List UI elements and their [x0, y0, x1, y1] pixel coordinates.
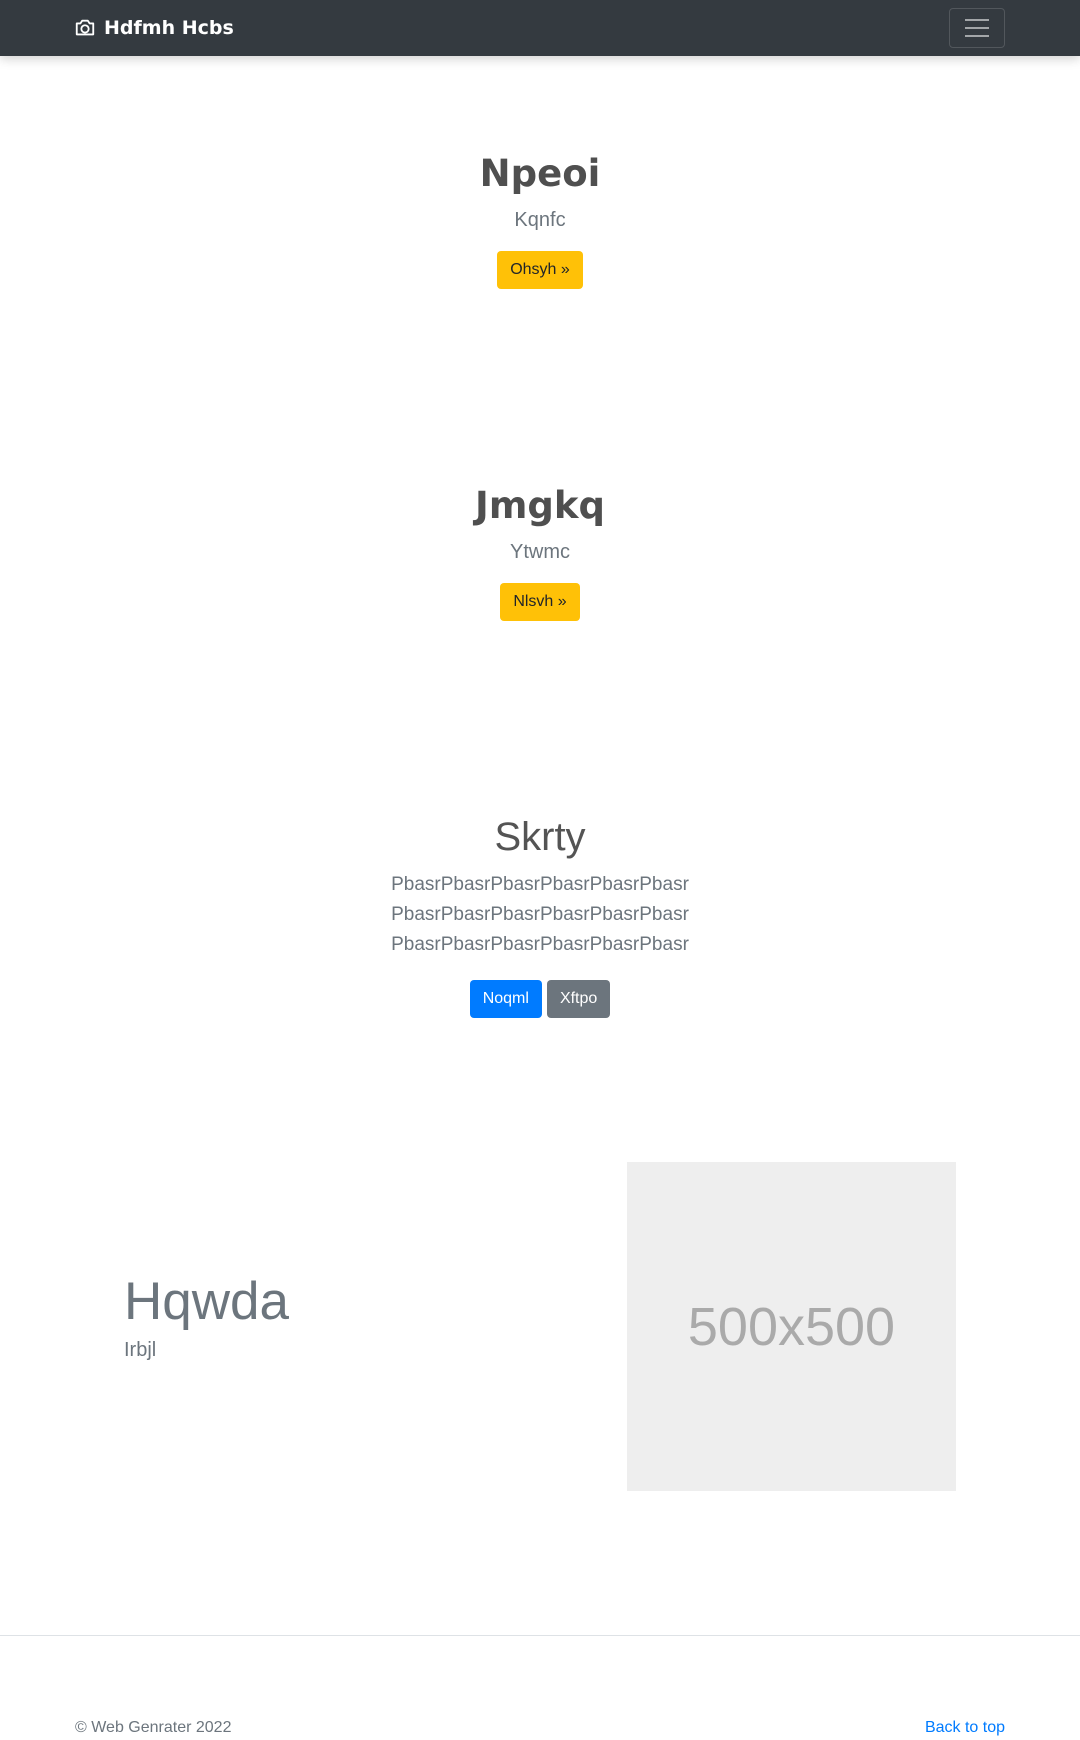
camera-icon [74, 17, 96, 39]
footer-copyright: © Web Genrater 2022 [75, 1719, 232, 1736]
hero-1-lead: Kqnfc [514, 209, 566, 231]
hero-1-title: Npeoi [479, 152, 601, 195]
hero-section-1: Npeoi Kqnfc Ohsyh » [0, 150, 1080, 289]
hamburger-menu-icon [965, 19, 989, 37]
jumbotron-title: Skrty [494, 815, 586, 859]
navbar: Hdfmh Hcbs [0, 0, 1080, 56]
placeholder-image-label: 500x500 [687, 1296, 896, 1357]
hero-2-button[interactable]: Nlsvh » [500, 583, 580, 621]
hero-section-2: Jmgkq Ytwmc Nlsvh » [0, 482, 1080, 621]
feature-title: Hqwda [124, 1272, 289, 1331]
primary-button[interactable]: Noqml [469, 980, 542, 1018]
jumbotron-section: Skrty PbasrPbasrPbasrPbasrPbasrPbasr Pba… [0, 812, 1080, 1018]
hero-2-lead: Ytwmc [510, 541, 570, 563]
navbar-toggler-button[interactable] [949, 8, 1005, 48]
page: Hdfmh Hcbs Npeoi Kqnfc Ohsyh » Jmgkq Ytw… [0, 0, 1080, 1740]
secondary-button[interactable]: Xftpo [546, 980, 611, 1018]
brand-name: Hdfmh Hcbs [104, 17, 234, 39]
placeholder-image: 500x500 [627, 1162, 956, 1491]
jumbotron-button-group: Noqml Xftpo [0, 980, 1080, 1018]
feature-subtitle: Irbjl [124, 1339, 157, 1361]
brand-link[interactable]: Hdfmh Hcbs [74, 0, 234, 56]
back-to-top-link[interactable]: Back to top [925, 1718, 1005, 1738]
footer-divider [0, 1635, 1080, 1636]
hero-2-title: Jmgkq [475, 484, 605, 527]
jumbotron-description: PbasrPbasrPbasrPbasrPbasrPbasr PbasrPbas… [391, 874, 689, 955]
hero-1-button[interactable]: Ohsyh » [497, 251, 583, 289]
